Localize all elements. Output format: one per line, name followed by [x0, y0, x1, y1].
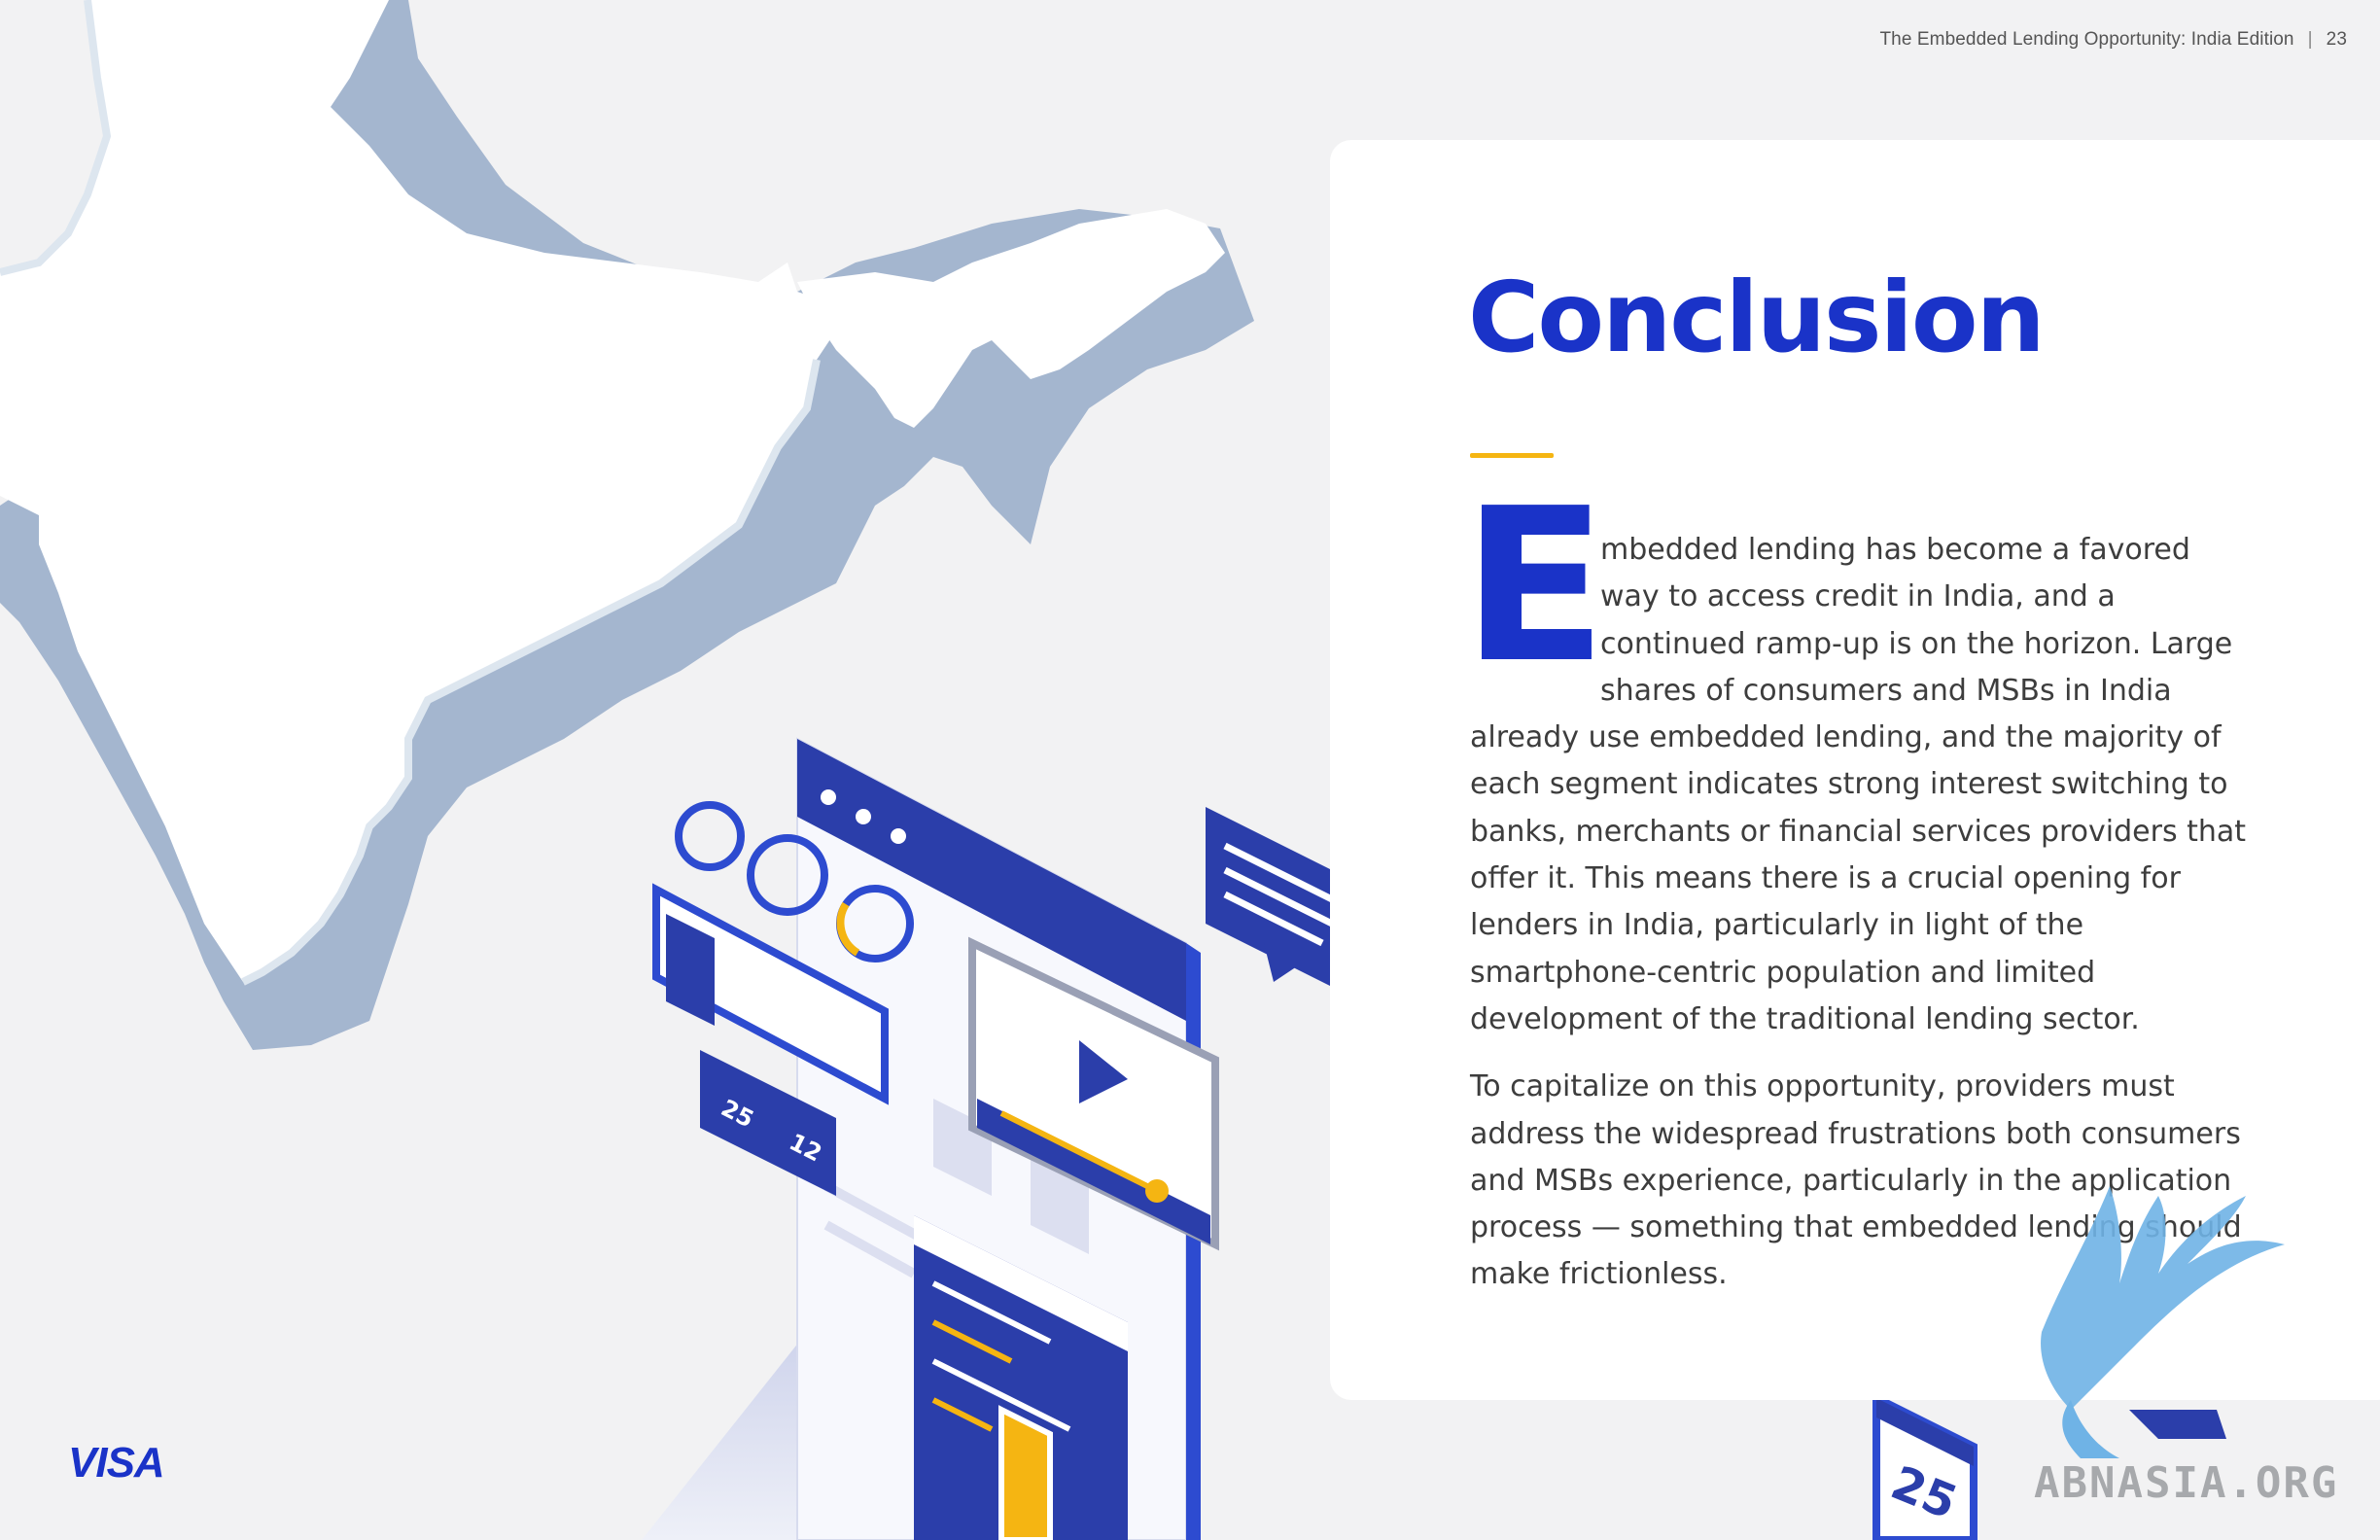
watermark-text: ABNASIA.ORG [2034, 1458, 2339, 1508]
mobile-device [998, 1405, 1053, 1540]
eagle-body [2062, 1400, 2119, 1458]
dropcap-letter: E [1462, 464, 1607, 710]
header-separator: | [2307, 29, 2313, 50]
dropcap-wrapper: E [1462, 481, 1607, 697]
browser-dot-1 [821, 789, 836, 805]
page-number: 23 [2326, 29, 2347, 50]
video-progress-knob [1145, 1179, 1169, 1203]
page-header: The Embedded Lending Opportunity: India … [1879, 29, 2347, 51]
page-title: Conclusion [1468, 261, 2046, 374]
browser-dot-3 [891, 828, 906, 844]
eagle-tail [2129, 1410, 2226, 1439]
paragraph-1: Embedded lending has become a favored wa… [1462, 481, 2252, 1043]
isometric-app-illustration: 25 12 [642, 737, 1381, 1540]
eagle-watermark-icon [2041, 1186, 2285, 1458]
browser-dot-2 [856, 809, 871, 824]
calendar-tile: 25 [1872, 1398, 1978, 1540]
report-title: The Embedded Lending Opportunity: India … [1879, 29, 2294, 50]
eagle-wing [2041, 1186, 2285, 1410]
title-accent-rule [1470, 453, 1554, 458]
visa-logo: VISA [68, 1439, 165, 1487]
ring-1 [675, 801, 745, 871]
device-frame-right [1186, 943, 1201, 1540]
